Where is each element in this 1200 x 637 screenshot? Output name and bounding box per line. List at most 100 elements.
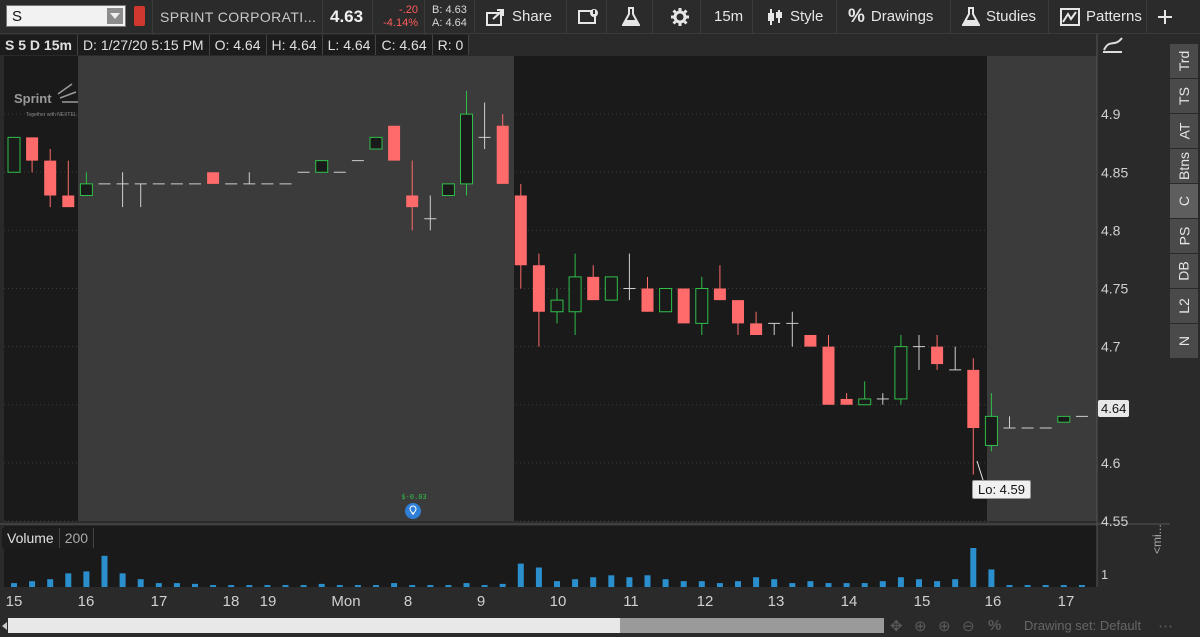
volume-bar (192, 583, 198, 587)
x-tick-label: 9 (477, 593, 485, 610)
candle (604, 276, 618, 301)
volume-bar (1078, 585, 1085, 587)
volume-bar (318, 583, 325, 587)
volume-panel-label: Volume 200 (2, 528, 95, 548)
volume-bar (626, 577, 633, 587)
symbol-input[interactable]: S (6, 5, 126, 27)
flask-button[interactable] (616, 0, 646, 33)
volume-bar (445, 585, 452, 587)
studies-button[interactable]: Studies (956, 0, 1042, 33)
x-tick-label: 14 (841, 593, 858, 610)
candle (315, 160, 329, 173)
share-icon (486, 8, 504, 26)
chart-area[interactable]: Sprint Together with NEXTEL 4.9 4.85 4.8 4.… (0, 34, 1200, 637)
crosshair-icon[interactable]: ⊕ (914, 616, 927, 635)
volume-bar (210, 585, 217, 587)
volume-bar (373, 585, 379, 587)
scrollbar-thumb[interactable] (620, 618, 884, 633)
volume-bar (861, 583, 868, 587)
y-tick-label: 4.6 (1101, 455, 1121, 471)
drawing-set-label[interactable]: Drawing set: Default (1024, 614, 1141, 637)
patterns-label: Patterns (1086, 8, 1142, 25)
scroll-left-icon[interactable] (0, 618, 8, 633)
x-tick-label: Mon (331, 593, 360, 610)
y-tick-label: 4.75 (1101, 281, 1128, 297)
volume-bar (735, 581, 741, 587)
volume-bar (554, 581, 560, 587)
volume-bar (662, 579, 669, 587)
price-chart[interactable]: Sprint Together with NEXTEL 4.9 4.85 4.8 4.… (0, 34, 1200, 614)
zoom-out-icon[interactable]: ⊖ (962, 616, 975, 635)
volume-bar (101, 555, 108, 587)
candle (804, 335, 817, 347)
pan-icon[interactable]: ✥ (890, 616, 903, 635)
more-icon[interactable]: ⋯ (1158, 616, 1173, 635)
last-price: 4.63 (330, 6, 364, 26)
volume-bar (789, 583, 796, 587)
company-name: SPRINT CORPORATI... (160, 8, 317, 25)
zoom-in-icon[interactable]: ⊕ (938, 616, 951, 635)
x-tick-label: 15 (6, 593, 23, 610)
lightbulb-icon[interactable] (405, 503, 421, 519)
volume-bar (119, 573, 126, 587)
volume-bar (916, 579, 922, 587)
style-label: Style (790, 8, 824, 25)
time-scrollbar[interactable] (8, 618, 884, 633)
settings-button[interactable] (664, 0, 696, 33)
patterns-icon (1060, 7, 1080, 26)
volume-bar (155, 583, 162, 587)
side-tab-8[interactable]: N (1170, 324, 1198, 358)
candle (369, 136, 383, 150)
volume-bar (988, 569, 995, 587)
side-tab-5[interactable]: PS (1170, 219, 1198, 253)
volume-bar (897, 577, 904, 587)
x-tick-label: 19 (260, 593, 277, 610)
svg-text:Sprint: Sprint (14, 91, 52, 106)
style-button[interactable]: Style (760, 0, 829, 33)
share-label: Share (512, 8, 553, 25)
alerts-button[interactable] (572, 0, 606, 33)
volume-bar (535, 567, 542, 587)
info-open: O: 4.64 (210, 35, 267, 55)
candle (677, 288, 690, 324)
volume-bar (354, 585, 361, 587)
side-tab-1[interactable]: TS (1170, 79, 1198, 113)
link-color-icon[interactable] (134, 6, 145, 26)
candle (7, 136, 21, 173)
symbol-dropdown-icon[interactable] (107, 8, 123, 24)
add-button[interactable] (1150, 0, 1180, 33)
info-date: D: 1/27/20 5:15 PM (78, 35, 210, 55)
volume-bar (934, 581, 941, 587)
timeframe-button[interactable]: 15m (708, 0, 749, 33)
volume-bar (409, 585, 416, 587)
info-low: L: 4.64 (323, 35, 377, 55)
side-tab-3[interactable]: Btns (1170, 149, 1198, 183)
percent-scale-icon[interactable]: % (988, 616, 1001, 635)
drawings-button[interactable]: % Drawings (842, 0, 939, 33)
side-tab-2[interactable]: AT (1170, 114, 1198, 148)
side-tab-7[interactable]: L2 (1170, 289, 1198, 323)
svg-text:$-0.03: $-0.03 (401, 493, 426, 501)
volume-bar (228, 585, 235, 587)
volume-value: 200 (60, 528, 95, 548)
studies-label: Studies (986, 8, 1037, 25)
percent-icon: % (848, 5, 865, 27)
bottom-bar: ✥ ⊕ ⊕ ⊖ % Drawing set: Default ⋯ (0, 614, 1200, 637)
volume-bar (1024, 585, 1031, 587)
candle (207, 172, 220, 184)
drawings-label: Drawings (870, 8, 934, 25)
studies-flask-icon (962, 6, 980, 26)
candle (659, 288, 673, 313)
low-price-callout: Lo: 4.59 (972, 480, 1031, 499)
volume-bar (1006, 585, 1013, 587)
volume-bar (264, 585, 271, 587)
flask-icon (622, 6, 640, 26)
x-tick-label: 15 (914, 593, 931, 610)
side-tab-4[interactable]: C (1170, 184, 1198, 218)
toolbar: S SPRINT CORPORATI... 4.63 -.20 -4.14% B… (0, 0, 1200, 34)
side-tab-6[interactable]: DB (1170, 254, 1198, 288)
side-tab-0[interactable]: Trd (1170, 44, 1198, 78)
share-button[interactable]: Share (480, 0, 558, 33)
patterns-button[interactable]: Patterns (1054, 0, 1148, 33)
volume-bar (698, 581, 705, 587)
